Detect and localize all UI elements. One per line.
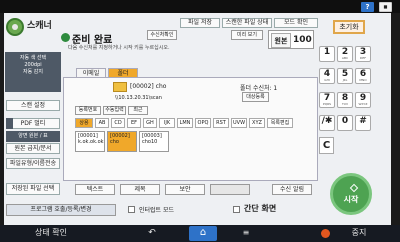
scan-settings-summary: 자동 색 선택 200dpi 자동 감지 bbox=[5, 52, 61, 92]
folder-destination-count: 폴더 수신처: 1 bbox=[240, 85, 278, 92]
index-tab-rst[interactable]: RST bbox=[213, 118, 229, 128]
status-check-button[interactable]: 상태 확인 bbox=[26, 227, 76, 239]
file-type-indicator bbox=[6, 118, 13, 129]
key-9[interactable]: 9 WXYZ bbox=[355, 92, 371, 108]
top-status-bar bbox=[0, 0, 400, 13]
alpha-index-row: 상용 AB CD EF GH IJK LMN OPQ RST UVW XYZ 목… bbox=[75, 118, 315, 128]
file-status-button[interactable]: 스캔한 파일 상태 bbox=[222, 18, 272, 28]
file-name-button[interactable]: 파일유형/이름전송 bbox=[6, 158, 60, 169]
home-icon[interactable]: ⌂ bbox=[189, 226, 217, 241]
disabled-option-button bbox=[210, 184, 250, 195]
original-counter: 원본 100 bbox=[268, 30, 314, 49]
key-star[interactable]: /✱ bbox=[319, 115, 335, 131]
text-button[interactable]: 텍스트 bbox=[75, 184, 115, 195]
interrupt-mode-checkbox[interactable] bbox=[128, 206, 135, 213]
destination-item[interactable]: [00003] cho10 bbox=[139, 131, 169, 152]
clear-key[interactable]: C bbox=[319, 137, 334, 154]
key-4[interactable]: 4 GHI bbox=[319, 68, 335, 84]
preview-button[interactable]: 미리 보기 bbox=[231, 30, 263, 40]
index-tab-ijk[interactable]: IJK bbox=[159, 118, 175, 128]
key-1[interactable]: 1 bbox=[319, 46, 335, 62]
original-feed-button[interactable]: 원본 급지/문서 bbox=[6, 143, 60, 154]
destination-name: cho10 bbox=[142, 139, 158, 145]
key-7[interactable]: 7 PQRS bbox=[319, 92, 335, 108]
status-message: 다음 수신처를 지정하거나 시작 키를 누르십시오. bbox=[68, 45, 170, 51]
file-type-button[interactable]: PDF 멀티 bbox=[6, 118, 60, 129]
registration-number-button[interactable]: 등록번호 bbox=[75, 106, 101, 115]
destination-item-selected[interactable]: [00002] cho bbox=[107, 131, 137, 152]
start-button[interactable]: 시작 bbox=[330, 173, 372, 215]
mode-confirm-button[interactable]: 모드 확인 bbox=[274, 18, 318, 28]
menu-icon[interactable]: ≡ bbox=[240, 227, 252, 239]
index-tab-uvw[interactable]: UVW bbox=[231, 118, 247, 128]
reset-button[interactable]: 초기화 bbox=[333, 20, 365, 34]
stop-button[interactable]: 중지 bbox=[344, 227, 374, 239]
select-stored-file-button[interactable]: 저장된 파일 선택 bbox=[6, 183, 60, 195]
folder-path: \\10.13.20.31\scan bbox=[115, 95, 162, 101]
program-button[interactable]: 프로그램 호출/등록/변경 bbox=[6, 204, 116, 216]
register-destination-button[interactable]: 대상등록 bbox=[242, 92, 269, 102]
security-button[interactable]: 보안 bbox=[165, 184, 205, 195]
key-hash[interactable]: # bbox=[355, 115, 371, 131]
index-tab-lmn[interactable]: LMN bbox=[177, 118, 193, 128]
receive-notice-button[interactable]: 수신 알림 bbox=[272, 184, 312, 195]
scan-settings-button[interactable]: 스캔 설정 bbox=[6, 100, 60, 111]
index-tab-ef[interactable]: EF bbox=[127, 118, 141, 128]
destination-name: k.ok.ok.ok bbox=[78, 139, 104, 145]
key-2[interactable]: 2 ABC bbox=[337, 46, 353, 62]
start-icon bbox=[349, 183, 359, 193]
counter-label: 원본 bbox=[271, 33, 291, 48]
start-label: 시작 bbox=[343, 195, 359, 204]
simple-screen-checkbox[interactable] bbox=[233, 206, 240, 213]
file-save-button[interactable]: 파일 저장 bbox=[180, 18, 220, 28]
key-3[interactable]: 3 DEF bbox=[355, 46, 371, 62]
summary-density: 자동 감지 bbox=[23, 69, 43, 75]
index-tab-gh[interactable]: GH bbox=[143, 118, 157, 128]
folder-icon bbox=[113, 82, 127, 92]
interrupt-mode-label: 인터럽트 모드 bbox=[139, 207, 175, 214]
index-tab-ab[interactable]: AB bbox=[95, 118, 109, 128]
recipient-confirm-button[interactable]: 수신처확인 bbox=[147, 30, 177, 40]
index-tab-cd[interactable]: CD bbox=[111, 118, 125, 128]
edit-list-button[interactable]: 목록편집 bbox=[267, 118, 293, 128]
summary-color: 자동 색 선택 bbox=[19, 55, 47, 61]
index-tab-xyz[interactable]: XYZ bbox=[249, 118, 265, 128]
original-type-summary: 양면 원본 / 표 bbox=[6, 131, 60, 142]
help-icon[interactable]: ? bbox=[361, 2, 374, 12]
ready-status-icon bbox=[61, 33, 70, 42]
summary-resolution: 200dpi bbox=[24, 62, 42, 68]
key-8[interactable]: 8 TUV bbox=[337, 92, 353, 108]
stop-circle-icon[interactable] bbox=[321, 229, 330, 238]
destination-panel bbox=[63, 77, 318, 181]
simple-screen-label: 간단 화면 bbox=[244, 204, 277, 213]
scanner-app-icon bbox=[6, 18, 24, 36]
subject-button[interactable]: 제목 bbox=[120, 184, 160, 195]
destination-item[interactable]: [00001] k.ok.ok.ok bbox=[75, 131, 105, 152]
destination-name: cho bbox=[110, 139, 119, 145]
stop-icon[interactable]: ⏹ bbox=[379, 2, 392, 12]
key-6[interactable]: 6 MNO bbox=[355, 68, 371, 84]
key-0[interactable]: 0 bbox=[337, 115, 353, 131]
selected-folder-name: [00002] cho bbox=[130, 83, 167, 90]
index-tab-opq[interactable]: OPQ bbox=[195, 118, 211, 128]
manual-input-button[interactable]: 수동입력 bbox=[103, 106, 126, 115]
index-tab-frequent[interactable]: 상용 bbox=[75, 118, 93, 128]
key-5[interactable]: 5 JKL bbox=[337, 68, 353, 84]
counter-value: 100 bbox=[293, 35, 312, 45]
recent-button[interactable]: 최근 bbox=[128, 106, 148, 115]
back-icon[interactable]: ↶ bbox=[146, 227, 158, 239]
app-title: 스캐너 bbox=[27, 21, 52, 31]
